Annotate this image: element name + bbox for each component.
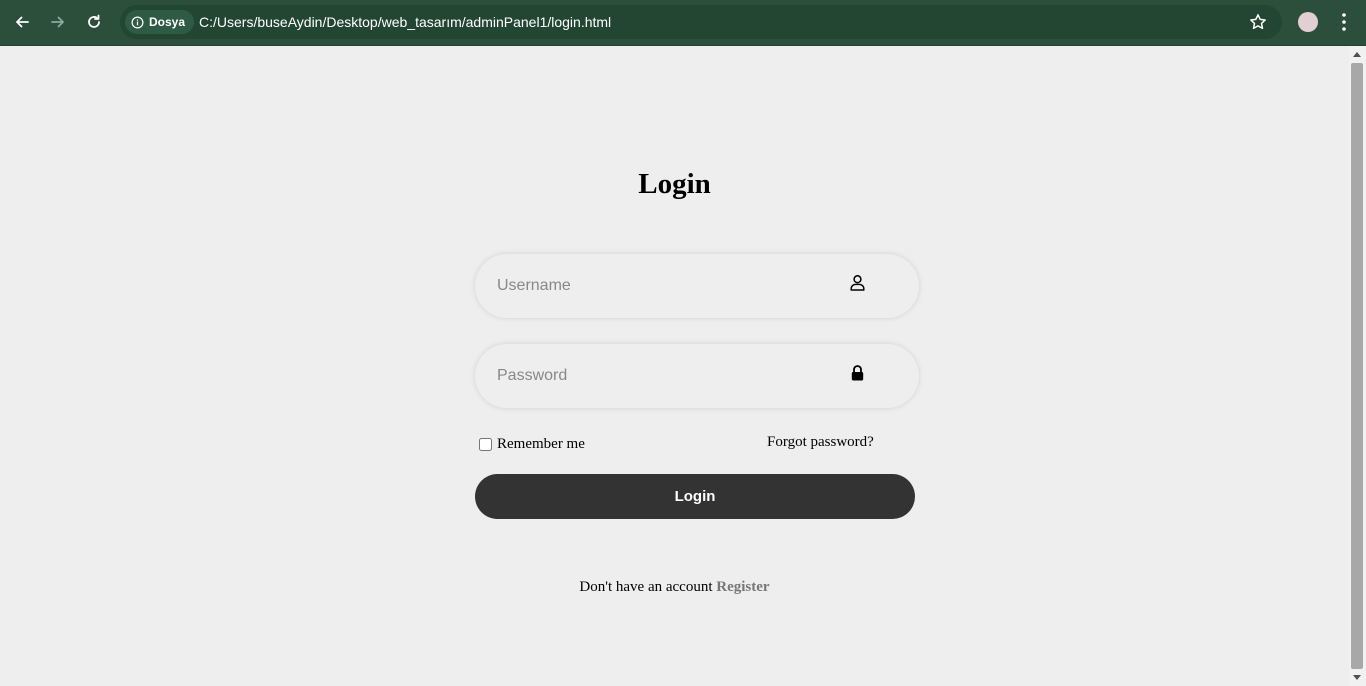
address-bar[interactable]: Dosya C:/Users/buseAydin/Desktop/web_tas…	[120, 5, 1282, 39]
login-button[interactable]: Login	[475, 474, 915, 519]
forgot-password-link[interactable]: Forgot password?	[767, 434, 874, 451]
scroll-thumb[interactable]	[1351, 63, 1363, 669]
scroll-up-arrow[interactable]	[1353, 52, 1361, 57]
forward-button[interactable]	[44, 8, 72, 36]
star-icon[interactable]	[1248, 12, 1268, 32]
scroll-down-arrow[interactable]	[1353, 675, 1361, 680]
browser-toolbar: Dosya C:/Users/buseAydin/Desktop/web_tas…	[0, 0, 1366, 46]
remember-me-row: Remember me	[478, 436, 585, 453]
back-arrow-icon	[16, 16, 29, 28]
register-prompt: Don't have an account Register	[0, 579, 1349, 596]
kebab-menu-icon[interactable]	[1334, 10, 1354, 34]
password-field	[475, 344, 919, 408]
remember-me-checkbox[interactable]	[479, 438, 492, 451]
reload-button[interactable]	[80, 8, 108, 36]
info-icon	[131, 16, 144, 28]
profile-avatar[interactable]	[1298, 12, 1318, 32]
login-title: Login	[638, 168, 711, 200]
forward-arrow-icon	[51, 16, 64, 28]
vertical-scrollbar[interactable]	[1349, 46, 1366, 686]
username-field	[475, 254, 919, 318]
register-link[interactable]: Register	[716, 579, 769, 595]
site-chip-label: Dosya	[149, 15, 186, 29]
register-text: Don't have an account	[579, 579, 713, 595]
lock-icon	[851, 365, 864, 381]
user-icon	[850, 275, 865, 291]
url-text[interactable]: C:/Users/buseAydin/Desktop/web_tasarım/a…	[199, 14, 611, 30]
back-button[interactable]	[8, 8, 36, 36]
site-info-chip[interactable]: Dosya	[125, 10, 195, 34]
reload-icon	[88, 14, 100, 28]
remember-me-label[interactable]: Remember me	[497, 436, 585, 453]
